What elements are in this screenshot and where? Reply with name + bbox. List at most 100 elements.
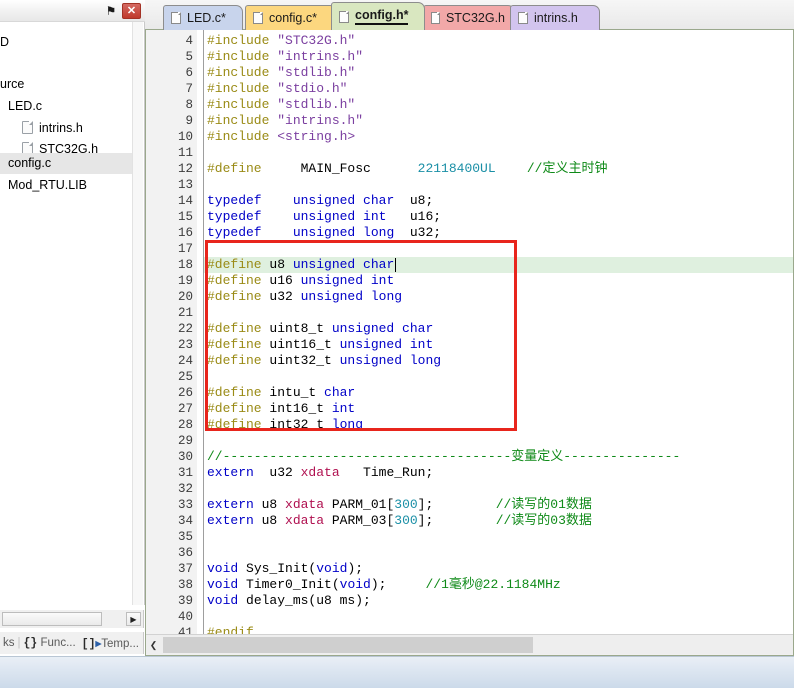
code-token: xdata <box>285 513 325 528</box>
code-token: Timer0_Init( <box>238 577 340 592</box>
code-line[interactable]: void Timer0_Init(void); //1毫秒@22.1184MHz <box>207 577 561 593</box>
project-tree-item-label: D <box>0 35 10 49</box>
bottom-tab-templates[interactable]: []▸Temp... <box>79 636 142 651</box>
code-token: uint16_t <box>261 337 340 352</box>
line-number: 36 <box>177 546 193 560</box>
code-token: unsigned int <box>292 209 387 224</box>
line-number-gutter: 4 5 6 7 8 9 10 11 12 13 14 15 16 17 18 19 20 21 22 23 24 25 26… <box>145 30 198 634</box>
project-tree-vscrollbar[interactable] <box>132 22 143 605</box>
code-line[interactable]: extern u32 xdata Time_Run; <box>207 465 433 481</box>
editor-tab-label: intrins.h <box>534 11 578 25</box>
editor-tab[interactable]: config.c* <box>245 5 337 30</box>
project-tree-item[interactable]: urce <box>0 74 133 95</box>
line-number: 37 <box>177 562 193 576</box>
editor-tab[interactable]: config.h* <box>331 2 425 30</box>
project-tree-hscrollbar[interactable]: ▶ <box>0 610 144 628</box>
project-tree-item[interactable]: Mod_RTU.LIB <box>0 175 133 196</box>
code-line[interactable]: extern u8 xdata PARM_03[300]; //读写的03数据 <box>207 513 592 529</box>
code-line[interactable]: #define uint8_t unsigned char <box>207 321 433 337</box>
code-line[interactable]: #define int32_t long <box>207 417 363 433</box>
code-token: extern <box>207 497 254 512</box>
code-line[interactable]: typedef unsigned char u8; <box>207 193 433 209</box>
code-token: xdata <box>300 465 340 480</box>
line-number: 14 <box>177 194 193 208</box>
project-panel-bottom-tabs[interactable]: ks | {} Func... []▸Temp... <box>0 632 144 654</box>
code-line[interactable]: #endif <box>207 625 254 634</box>
code-line[interactable]: #define intu_t char <box>207 385 355 401</box>
code-line[interactable]: #define u8 unsigned char <box>207 257 394 273</box>
code-line[interactable]: #include "intrins.h" <box>207 113 363 129</box>
editor-hscroll-thumb[interactable] <box>163 637 533 653</box>
code-line[interactable]: //-------------------------------------变… <box>207 449 680 465</box>
code-token: unsigned long <box>300 289 403 304</box>
line-number: 7 <box>185 82 193 96</box>
code-token: "stdio.h" <box>277 81 348 96</box>
bottom-tab-functions[interactable]: {} Func... <box>21 637 79 650</box>
code-token: MAIN_Fosc <box>261 161 418 176</box>
editor-tab[interactable]: LED.c* <box>163 5 243 30</box>
pin-icon[interactable]: ⚑ <box>103 3 119 19</box>
project-tree[interactable]: Durce LED.c intrins.h STC32G.h config.c Mod_R… <box>0 22 145 605</box>
project-tree-item[interactable]: LED.c <box>0 96 133 117</box>
code-token: u8 <box>253 513 286 528</box>
line-number: 27 <box>177 402 193 416</box>
line-number: 26 <box>177 386 193 400</box>
code-token: //1毫秒@22.1184MHz <box>425 577 561 592</box>
code-token: unsigned char <box>331 321 434 336</box>
editor-tab[interactable]: intrins.h <box>510 5 600 30</box>
line-number: 33 <box>177 498 193 512</box>
code-line[interactable]: #include "intrins.h" <box>207 49 363 65</box>
code-token: #define <box>207 273 262 288</box>
code-editor[interactable]: 4 5 6 7 8 9 10 11 12 13 14 15 16 17 18 19 20 21 22 23 24 25 26… <box>145 30 794 634</box>
gutter-separator <box>203 30 204 634</box>
code-token: #include <box>207 97 278 112</box>
code-text[interactable]: #include "STC32G.h" #include "intrins.h" #… <box>207 30 794 634</box>
code-token: #define <box>207 161 262 176</box>
code-line[interactable]: #include "stdlib.h" <box>207 97 355 113</box>
code-line[interactable]: #define u32 unsigned long <box>207 289 402 305</box>
line-number: 17 <box>177 242 193 256</box>
editor-tabstrip[interactable]: LED.c* config.c* config.h* STC32G.h intrins.… <box>145 0 794 30</box>
code-token: typedef <box>207 225 262 240</box>
bottom-tab-books[interactable]: ks <box>0 637 18 649</box>
code-line[interactable]: #include "stdlib.h" <box>207 65 355 81</box>
code-line[interactable]: void Sys_Init(void); <box>207 561 363 577</box>
code-line[interactable]: #define int16_t int <box>207 401 355 417</box>
line-number: 25 <box>177 370 193 384</box>
code-line[interactable]: #include "STC32G.h" <box>207 33 355 49</box>
code-token: void <box>207 593 239 608</box>
line-number: 22 <box>177 322 193 336</box>
code-token: void <box>316 561 348 576</box>
code-line[interactable]: extern u8 xdata PARM_01[300]; //读写的01数据 <box>207 497 592 513</box>
code-line[interactable]: void delay_ms(u8 ms); <box>207 593 371 609</box>
code-token: #include <box>207 65 278 80</box>
code-line[interactable]: #define MAIN_Fosc 22118400UL //定义主时钟 <box>207 161 607 177</box>
project-tree-item[interactable]: intrins.h <box>0 118 133 139</box>
project-tree-item[interactable]: D <box>0 32 133 53</box>
line-number: 18 <box>177 258 193 272</box>
code-token: void <box>339 577 371 592</box>
project-tree-hscroll-thumb[interactable] <box>2 612 102 626</box>
code-line[interactable]: #define uint16_t unsigned int <box>207 337 433 353</box>
close-icon[interactable]: ✕ <box>122 3 141 19</box>
code-token: #define <box>207 353 262 368</box>
code-line[interactable]: typedef unsigned int u16; <box>207 209 441 225</box>
editor-hscrollbar[interactable]: ❮ <box>145 634 794 654</box>
scroll-right-arrow-icon[interactable]: ▶ <box>126 612 141 626</box>
code-line[interactable]: #define u16 unsigned int <box>207 273 394 289</box>
code-line[interactable]: #define uint32_t unsigned long <box>207 353 441 369</box>
code-line[interactable]: typedef unsigned long u32; <box>207 225 441 241</box>
editor-tab[interactable]: STC32G.h <box>423 5 515 30</box>
line-number: 39 <box>177 594 193 608</box>
project-tree-item[interactable]: config.c <box>0 153 133 174</box>
code-line[interactable]: #include "stdio.h" <box>207 81 347 97</box>
code-line[interactable]: #include <string.h> <box>207 129 355 145</box>
scroll-left-arrow-icon[interactable]: ❮ <box>146 637 161 653</box>
line-number: 23 <box>177 338 193 352</box>
code-token: #endif <box>207 625 254 634</box>
code-token: //读写的01数据 <box>495 497 592 512</box>
code-token: #include <box>207 81 278 96</box>
